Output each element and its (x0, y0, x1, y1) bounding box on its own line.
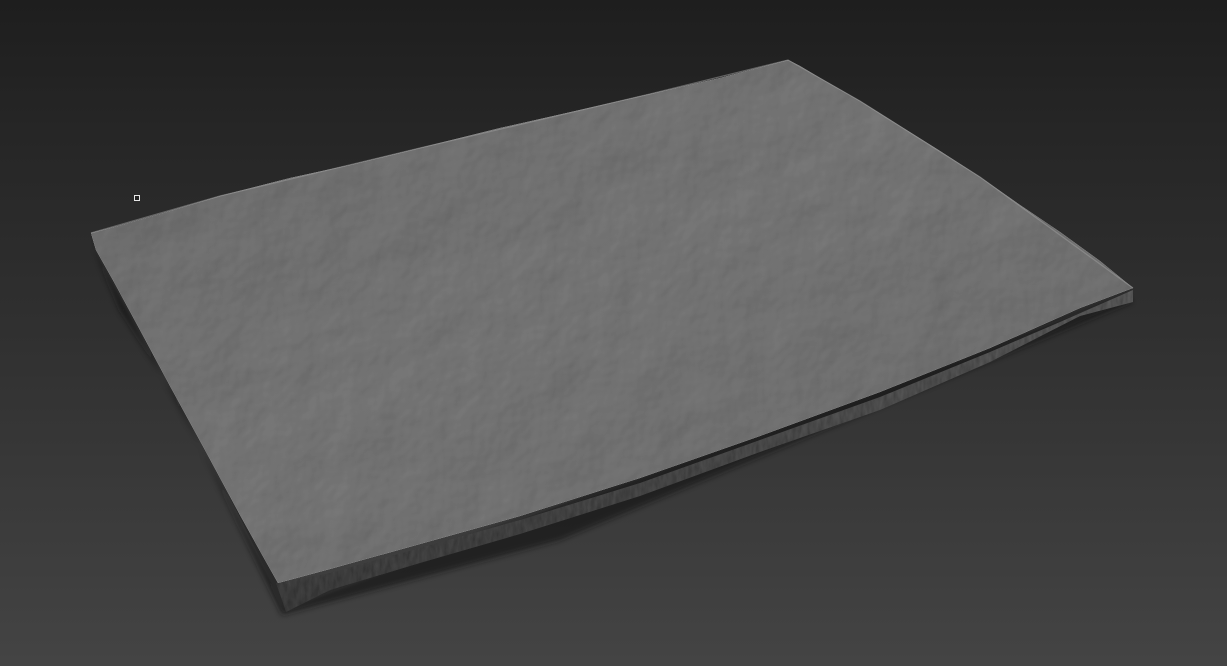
scene-render (90, 59, 1134, 615)
pivot-marker-icon[interactable] (134, 195, 140, 201)
3d-viewport[interactable] (0, 0, 1227, 666)
